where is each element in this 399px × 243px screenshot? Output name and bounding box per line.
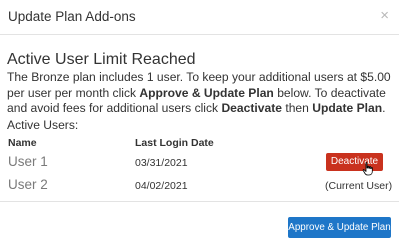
last-login-date: 04/02/2021 xyxy=(135,180,188,192)
table-row: User 2 04/02/2021 (Current User) xyxy=(0,175,399,197)
desc-deactivate-emphasis: Deactivate xyxy=(221,101,282,115)
modal-footer: Approve & Update Plan xyxy=(0,201,399,243)
update-plan-modal: Update Plan Add-ons × Active User Limit … xyxy=(0,0,399,243)
active-users-label: Active Users: xyxy=(7,118,79,132)
approve-update-plan-button[interactable]: Approve & Update Plan xyxy=(288,217,391,238)
limit-heading: Active User Limit Reached xyxy=(7,51,196,68)
column-header-name: Name xyxy=(8,137,37,149)
table-row: User 1 03/31/2021 Deactivate xyxy=(0,152,399,176)
last-login-date: 03/31/2021 xyxy=(135,157,188,169)
user-name: User 2 xyxy=(8,177,48,192)
column-header-last-login: Last Login Date xyxy=(135,137,214,149)
hand-pointer-cursor-icon xyxy=(362,162,373,176)
close-icon[interactable]: × xyxy=(380,7,389,25)
modal-title: Update Plan Add-ons xyxy=(8,9,136,24)
modal-header: Update Plan Add-ons × xyxy=(0,0,399,35)
desc-text-4: . xyxy=(382,101,386,115)
modal-body: Active User Limit Reached The Bronze pla… xyxy=(0,35,399,201)
user-name: User 1 xyxy=(8,154,48,169)
current-user-label: (Current User) xyxy=(325,180,393,192)
desc-text-3: then xyxy=(281,101,313,115)
plan-description: The Bronze plan includes 1 user. To keep… xyxy=(7,70,395,117)
deactivate-button[interactable]: Deactivate xyxy=(326,153,383,171)
desc-update-plan-emphasis: Update Plan xyxy=(312,101,383,115)
desc-approve-emphasis: Approve & Update Plan xyxy=(139,85,274,100)
